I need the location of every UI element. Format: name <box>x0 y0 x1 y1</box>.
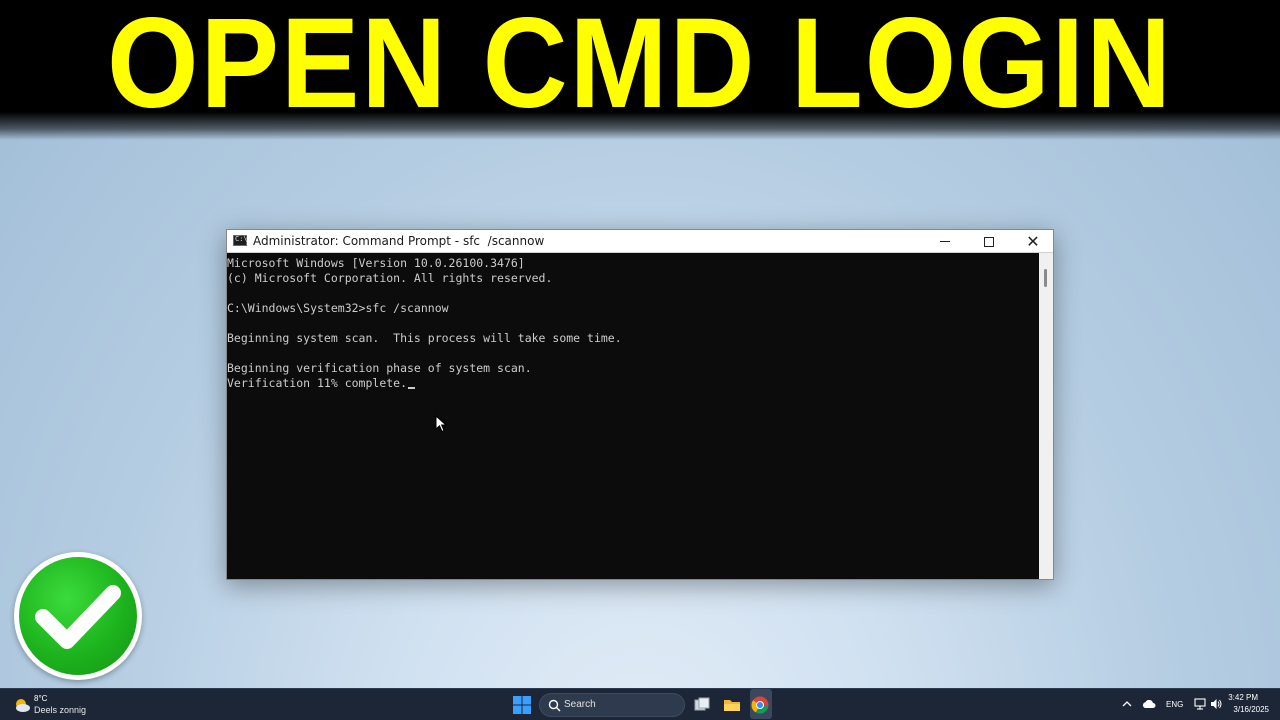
console-line: C:\Windows\System32>sfc /scannow <box>227 301 449 315</box>
chrome-icon[interactable] <box>750 695 770 715</box>
cmd-app-icon <box>233 235 248 246</box>
console-line: Beginning system scan. This process will… <box>227 331 622 345</box>
weather-description[interactable]: Deels zonnig <box>34 705 86 715</box>
window-titlebar[interactable]: Administrator: Command Prompt - sfc /sca… <box>227 230 1053 253</box>
task-view-icon[interactable] <box>692 695 712 715</box>
taskbar: 8°C Deels zonnig Search ENG 3:42 PM 3/16… <box>0 688 1280 720</box>
minimize-icon <box>940 241 950 242</box>
windows-start-icon[interactable] <box>512 695 532 715</box>
console-scrollbar[interactable] <box>1039 253 1053 579</box>
scrollbar-thumb[interactable] <box>1044 269 1047 287</box>
close-button[interactable]: ✕ <box>1011 230 1055 253</box>
console-line: Microsoft Windows [Version 10.0.26100.34… <box>227 256 525 270</box>
title-banner: OPEN CMD LOGIN <box>0 0 1280 140</box>
checkmark-badge <box>14 552 142 680</box>
clock-time[interactable]: 3:42 PM <box>1228 693 1258 702</box>
close-icon: ✕ <box>1026 231 1040 251</box>
network-icon[interactable] <box>1194 697 1206 711</box>
console-output[interactable]: Microsoft Windows [Version 10.0.26100.34… <box>227 253 1039 579</box>
search-label: Search <box>564 699 596 710</box>
weather-temperature[interactable]: 8°C <box>34 694 47 703</box>
banner-title: OPEN CMD LOGIN <box>107 0 1173 135</box>
command-prompt-window[interactable]: Administrator: Command Prompt - sfc /sca… <box>226 229 1054 580</box>
mouse-pointer-icon <box>435 415 447 433</box>
search-icon <box>548 699 561 712</box>
console-line: (c) Microsoft Corporation. All rights re… <box>227 271 553 285</box>
input-language[interactable]: ENG <box>1166 700 1183 709</box>
volume-icon[interactable] <box>1210 697 1222 711</box>
maximize-button[interactable] <box>967 230 1011 253</box>
taskbar-search-box[interactable]: Search <box>539 693 685 717</box>
text-cursor <box>408 387 416 389</box>
console-line: Beginning verification phase of system s… <box>227 361 532 375</box>
partly-sunny-icon[interactable] <box>12 695 32 715</box>
file-explorer-icon[interactable] <box>722 695 742 715</box>
minimize-button[interactable] <box>923 230 967 253</box>
show-hidden-icons-chevron-up-icon[interactable] <box>1122 697 1132 711</box>
checkmark-icon <box>35 585 121 649</box>
console-line: Verification 11% complete. <box>227 376 1039 391</box>
window-title: Administrator: Command Prompt - sfc /sca… <box>253 234 545 248</box>
check-circle <box>19 557 137 675</box>
maximize-icon <box>984 236 994 247</box>
clock-date[interactable]: 3/16/2025 <box>1233 705 1269 714</box>
onedrive-cloud-icon[interactable] <box>1142 697 1156 711</box>
